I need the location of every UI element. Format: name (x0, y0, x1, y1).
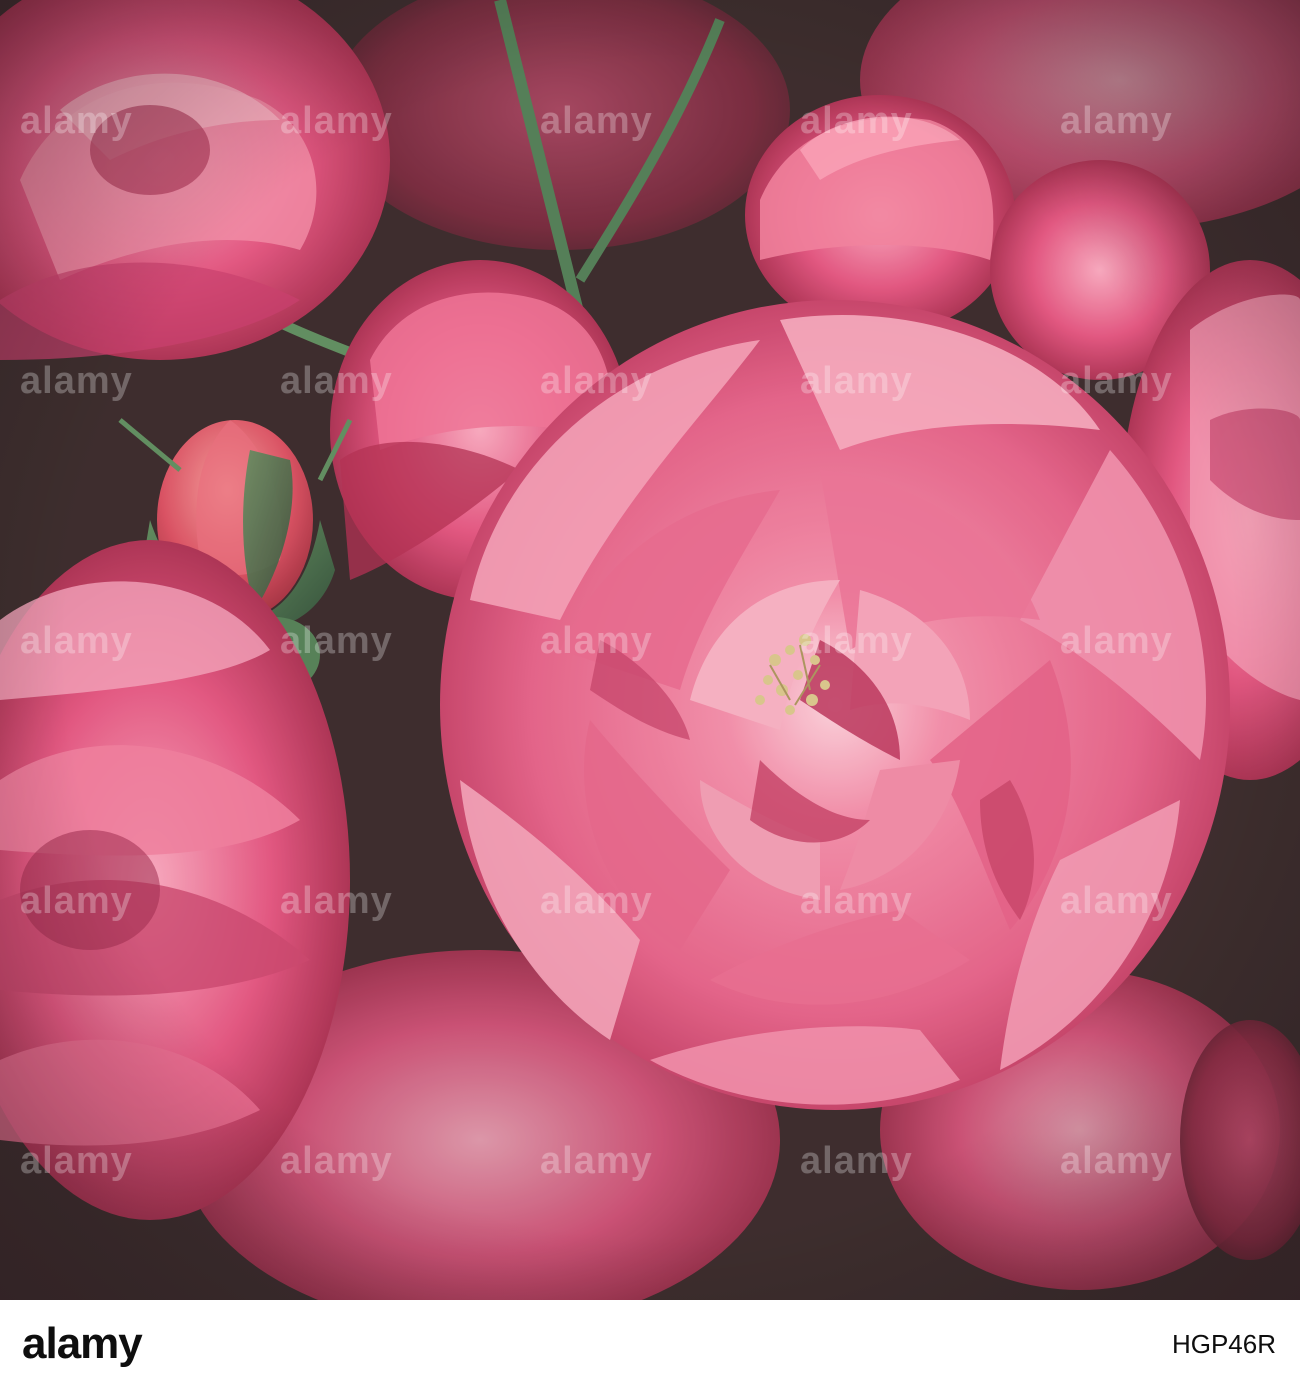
rose-photo-drawing (0, 0, 1300, 1300)
image-id: HGP46R (1171, 1329, 1276, 1359)
footer-bar: alamy HGP46R (0, 1300, 1300, 1390)
alamy-logo-text: alamy (22, 1319, 143, 1368)
rose-photo: alamy alamy alamy alamy alamy alamy alamy alamy… (0, 0, 1300, 1300)
alamy-logo: alamy (22, 1318, 143, 1370)
